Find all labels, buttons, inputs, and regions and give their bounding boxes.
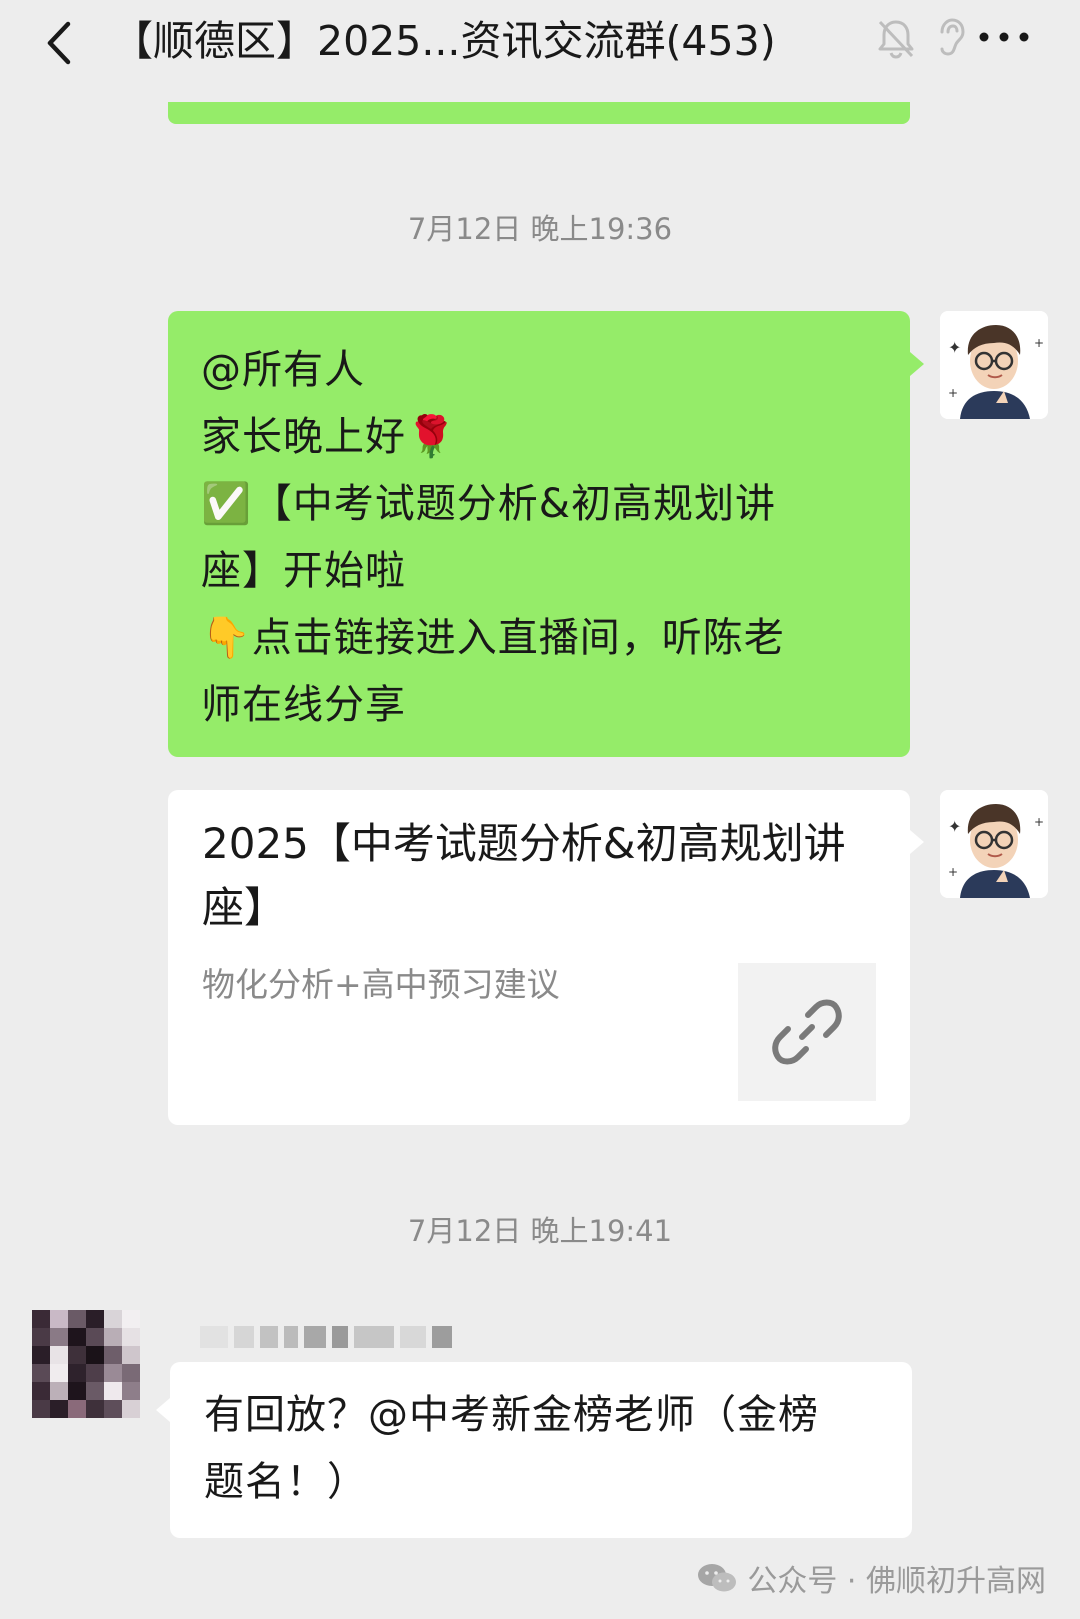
reply-message-bubble[interactable]: 有回放？@中考新金榜老师（金榜 题名！） <box>170 1362 912 1538</box>
announcement-message-bubble[interactable]: @所有人 家长晚上好🌹 ✅【中考试题分析&初高规划讲 座】开始啦 👇点击链接进入… <box>168 311 910 757</box>
sender-name-redacted <box>200 1320 510 1354</box>
bubble-tail <box>156 1398 170 1422</box>
watermark: 公众号 · 佛顺初升高网 <box>697 1556 1046 1600</box>
timestamp: 7月12日 晚上19:41 <box>407 1214 673 1248</box>
card-thumbnail <box>738 963 876 1101</box>
watermark-label: 公众号 · 佛顺初升高网 <box>747 1564 1046 1599</box>
back-button[interactable] <box>40 18 80 68</box>
svg-text:+: + <box>948 386 958 400</box>
message-line: 题名！） <box>204 1459 368 1505</box>
chat-header: 【顺德区】2025...资讯交流群(453) <box>0 0 1080 102</box>
message-line: 师在线分享 <box>201 682 406 728</box>
wechat-icon <box>698 1564 737 1592</box>
svg-text:+: + <box>1034 815 1044 829</box>
teacher-avatar[interactable]: ✦ + + <box>940 311 1048 419</box>
message-line: 👇点击链接进入直播间，听陈老 <box>201 615 785 661</box>
svg-text:✦: ✦ <box>948 817 961 836</box>
chat-title: 【顺德区】2025...资讯交流群(453) <box>112 17 776 65</box>
card-title-line: 座】 <box>202 883 287 932</box>
more-button[interactable] <box>976 22 1032 56</box>
svg-text:+: + <box>1034 336 1044 350</box>
timestamp: 7月12日 晚上19:36 <box>407 212 673 246</box>
bubble-tail <box>910 830 924 854</box>
svg-text:✦: ✦ <box>948 338 961 357</box>
message-line: 座】开始啦 <box>201 548 406 594</box>
back-icon <box>47 21 71 65</box>
teacher-avatar[interactable]: ✦ + + <box>940 790 1048 898</box>
more-icon <box>979 32 1029 42</box>
bubble-tail <box>910 352 924 376</box>
mute-bell-icon <box>876 16 916 64</box>
card-title: 2025【中考试题分析&初高规划讲 座】 <box>202 812 862 940</box>
message-line: ✅【中考试题分析&初高规划讲 <box>201 481 776 527</box>
message-line: 家长晚上好🌹 <box>201 414 457 460</box>
card-title-line: 2025【中考试题分析&初高规划讲 <box>202 819 846 868</box>
svg-text:+: + <box>948 865 958 879</box>
sender-avatar[interactable] <box>32 1310 140 1418</box>
message-line: 有回放？@中考新金榜老师（金榜 <box>204 1392 819 1438</box>
ear-icon <box>932 16 968 64</box>
card-description: 物化分析+高中预习建议 <box>202 965 560 1004</box>
link-card-message[interactable]: 2025【中考试题分析&初高规划讲 座】 物化分析+高中预习建议 <box>168 790 910 1125</box>
message-line: @所有人 <box>201 347 365 393</box>
link-icon <box>772 999 842 1065</box>
